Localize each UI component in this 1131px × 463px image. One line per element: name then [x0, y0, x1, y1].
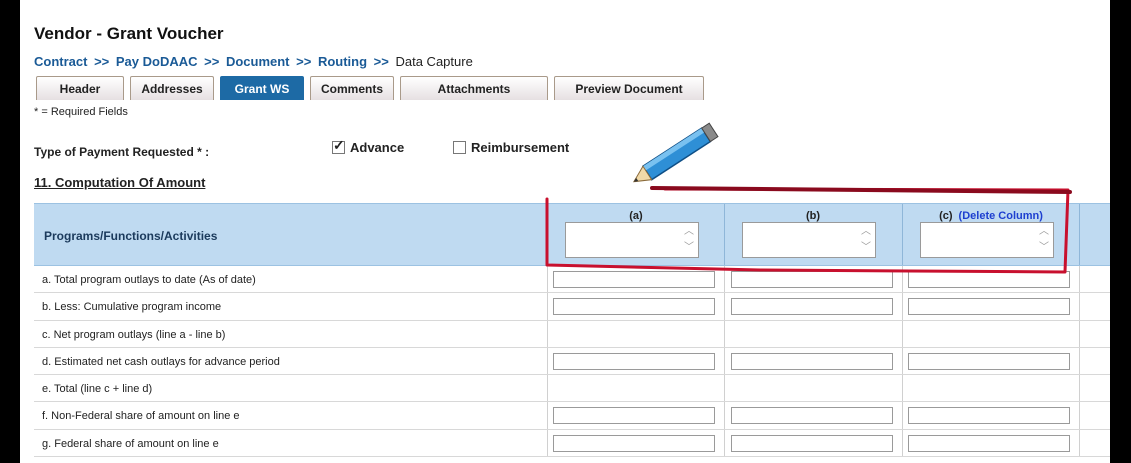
- app-window: Vendor - Grant Voucher Contract >> Pay D…: [20, 0, 1110, 463]
- pencil-icon: [632, 122, 719, 183]
- annotation-red-outline: [545, 186, 1072, 274]
